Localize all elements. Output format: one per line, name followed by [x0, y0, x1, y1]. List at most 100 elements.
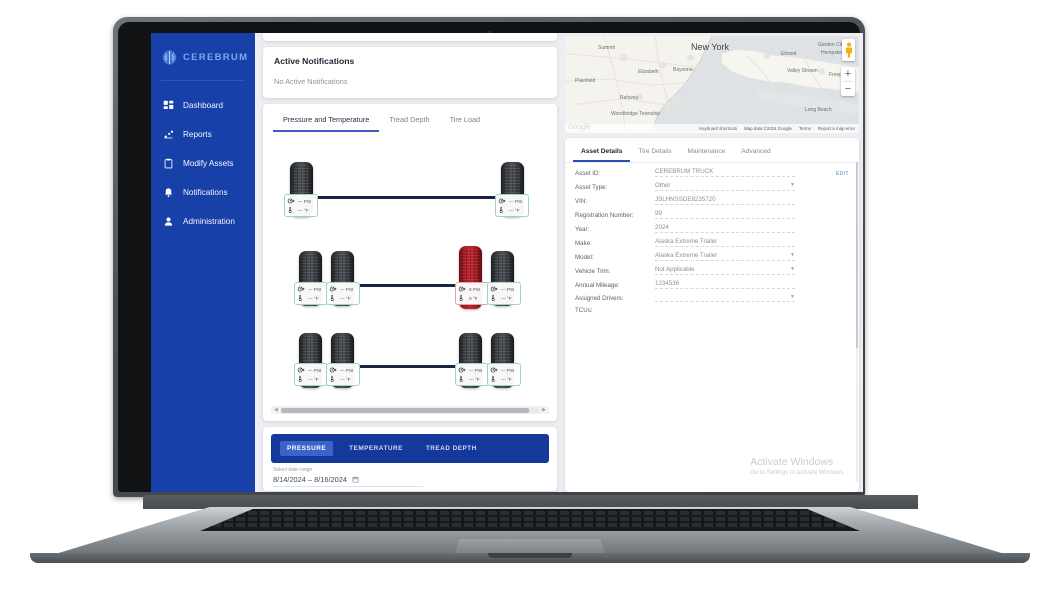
field-label: Vehicle Trim:	[575, 268, 611, 275]
chevron-down-icon[interactable]: ▼	[790, 294, 795, 300]
diagram-horizontal-scrollbar[interactable]: ◀ ▶	[271, 406, 549, 414]
vin-field[interactable]: JSLHNSSDE8235720	[655, 196, 795, 205]
tab-pressure-and-temperature[interactable]: Pressure and Temperature	[273, 110, 380, 132]
sidebar-item-administration[interactable]: Administration	[151, 207, 255, 236]
scrollbar-thumb[interactable]	[281, 407, 529, 413]
map-keyboard-shortcuts-link[interactable]: Keyboard shortcuts	[699, 126, 737, 131]
asset-id-field[interactable]: CEREBRUM TRUCK	[655, 168, 795, 177]
tire-badge-steer-left[interactable]: — PSI — °F	[284, 194, 318, 217]
field-label: Asset Type:	[575, 184, 608, 191]
chevron-down-icon[interactable]: ▼	[790, 266, 795, 272]
pressure-gauge-icon	[498, 198, 506, 204]
tire-diagram-card: Pressure and Temperature Tread Depth Tir…	[263, 104, 557, 421]
calendar-icon[interactable]	[352, 476, 359, 483]
chevron-down-icon[interactable]: ▼	[790, 252, 795, 258]
sidebar-item-notifications[interactable]: Notifications	[151, 178, 255, 207]
field-value: Not Applicable	[655, 265, 695, 273]
tire-badge-drive2-right-outer[interactable]: — PSI — °F	[487, 363, 521, 386]
map-terms-link[interactable]: Terms	[799, 126, 811, 131]
annual-mileage-field[interactable]: 1234536	[655, 280, 795, 289]
laptop-mockup: CEREBRUM Dashboard Reports Modify Assets…	[0, 0, 1060, 609]
scroll-left-arrow-icon[interactable]: ◀	[273, 407, 279, 413]
badge-temperature-row: — °F	[297, 294, 325, 303]
map-label: Elmont	[781, 51, 797, 57]
chevron-down-icon[interactable]: ▼	[790, 182, 795, 188]
sidebar-item-modify-assets[interactable]: Modify Assets	[151, 149, 255, 178]
badge-temperature-row: 0 °F	[458, 294, 486, 303]
vehicle-trim-select[interactable]: Not Applicable ▼	[655, 265, 795, 275]
map-footer: Keyboard shortcuts Map data ©2024 Google…	[565, 124, 859, 133]
field-value: 2024	[655, 223, 669, 231]
field-row-tcus: TCUs:	[565, 302, 859, 314]
field-row-asset-type: Asset Type: Other ▼	[565, 177, 859, 191]
brand-logo[interactable]: CEREBRUM	[151, 41, 255, 74]
tab-asset-details[interactable]: Asset Details	[573, 143, 631, 162]
map-label: Long Beach	[805, 107, 832, 113]
thermometer-icon	[288, 206, 292, 214]
sidebar: CEREBRUM Dashboard Reports Modify Assets…	[151, 33, 255, 492]
badge-pressure-row: — PSI	[287, 197, 315, 206]
sidebar-item-reports[interactable]: Reports	[151, 120, 255, 149]
asset-type-select[interactable]: Other ▼	[655, 182, 795, 191]
scrollbar-thumb[interactable]	[856, 162, 858, 348]
registration-number-field[interactable]: 99	[655, 210, 795, 219]
metric-button-tread-depth[interactable]: TREAD DEPTH	[419, 441, 484, 456]
notifications-empty-text: No Active Notifications	[274, 77, 348, 86]
thermometer-icon	[330, 375, 334, 383]
sidebar-item-label: Administration	[183, 217, 235, 226]
make-field[interactable]: Alaska Extreme Trailer	[655, 238, 795, 247]
tire-badge-drive2-left-inner[interactable]: — PSI — °F	[326, 363, 360, 386]
street-view-pegman-icon[interactable]	[842, 39, 855, 61]
scrollbar-track[interactable]	[281, 407, 539, 413]
map-zoom-in-button[interactable]: +	[841, 67, 855, 81]
edit-button[interactable]: EDIT	[836, 171, 849, 177]
bell-icon	[165, 188, 172, 197]
thermometer-icon	[499, 206, 503, 214]
field-label: Model:	[575, 254, 594, 261]
badge-temperature-row: — °F	[490, 375, 518, 384]
map-label-new-york: New York	[691, 42, 730, 52]
tire-badge-drive1-left-outer[interactable]: — PSI — °F	[294, 282, 328, 305]
date-range-label: Select date range	[273, 467, 313, 473]
field-value: Alaska Extreme Trailer	[655, 251, 718, 259]
map-zoom-out-button[interactable]: −	[841, 82, 855, 96]
badge-pressure-row: — PSI	[329, 285, 357, 294]
tire-badge-steer-right[interactable]: — PSI — °F	[495, 194, 529, 217]
axle-beam-steer	[301, 196, 523, 199]
map-report-error-link[interactable]: Report a map error	[818, 126, 855, 131]
badge-pressure-row: — PSI	[329, 366, 357, 375]
tcus-field[interactable]	[655, 312, 795, 314]
sidebar-item-dashboard[interactable]: Dashboard	[151, 91, 255, 120]
badge-temperature-row: — °F	[498, 206, 526, 215]
field-row-model: Model: Alaska Extreme Trailer ▼	[565, 247, 859, 261]
model-select[interactable]: Alaska Extreme Trailer ▼	[655, 251, 795, 261]
tire-badge-drive2-right-inner[interactable]: — PSI — °F	[455, 363, 489, 386]
field-row-make: Make: Alaska Extreme Trailer	[565, 233, 859, 247]
tab-maintenance[interactable]: Maintenance	[680, 143, 734, 162]
tire-badge-drive1-left-inner[interactable]: — PSI — °F	[326, 282, 360, 305]
pressure-gauge-icon	[490, 367, 498, 373]
asset-location-map[interactable]: New York Summit Elizabeth Bayonne Plainf…	[565, 36, 859, 133]
map-zoom-controls[interactable]: + −	[841, 67, 855, 96]
date-range-input[interactable]: 8/14/2024 – 8/16/2024	[273, 475, 423, 487]
tab-tire-load[interactable]: Tire Load	[440, 110, 491, 132]
tab-tread-depth[interactable]: Tread Depth	[379, 110, 439, 132]
metric-button-pressure[interactable]: PRESSURE	[280, 441, 334, 456]
metric-button-temperature[interactable]: TEMPERATURE	[342, 441, 410, 456]
tire-badge-drive2-left-outer[interactable]: — PSI — °F	[294, 363, 328, 386]
tab-advanced[interactable]: Advanced	[733, 143, 778, 162]
details-vertical-scrollbar[interactable]	[856, 162, 858, 482]
assigned-drivers-select[interactable]: ▼	[655, 294, 795, 302]
scatter-chart-icon	[164, 130, 174, 139]
badge-pressure-row: — PSI	[458, 366, 486, 375]
badge-pressure-row: — PSI	[490, 285, 518, 294]
tire-badge-drive1-right-inner[interactable]: 0 PSI 0 °F	[455, 282, 489, 305]
tire-badge-drive1-right-outer[interactable]: — PSI — °F	[487, 282, 521, 305]
date-range-value: 8/14/2024 – 8/16/2024	[273, 475, 347, 484]
year-field[interactable]: 2024	[655, 223, 795, 233]
scroll-right-arrow-icon[interactable]: ▶	[541, 407, 547, 413]
pressure-gauge-icon	[329, 367, 337, 373]
pressure-gauge-icon	[329, 286, 337, 292]
badge-pressure-row: 0 PSI	[458, 285, 486, 294]
tab-tire-details[interactable]: Tire Details	[630, 143, 679, 162]
